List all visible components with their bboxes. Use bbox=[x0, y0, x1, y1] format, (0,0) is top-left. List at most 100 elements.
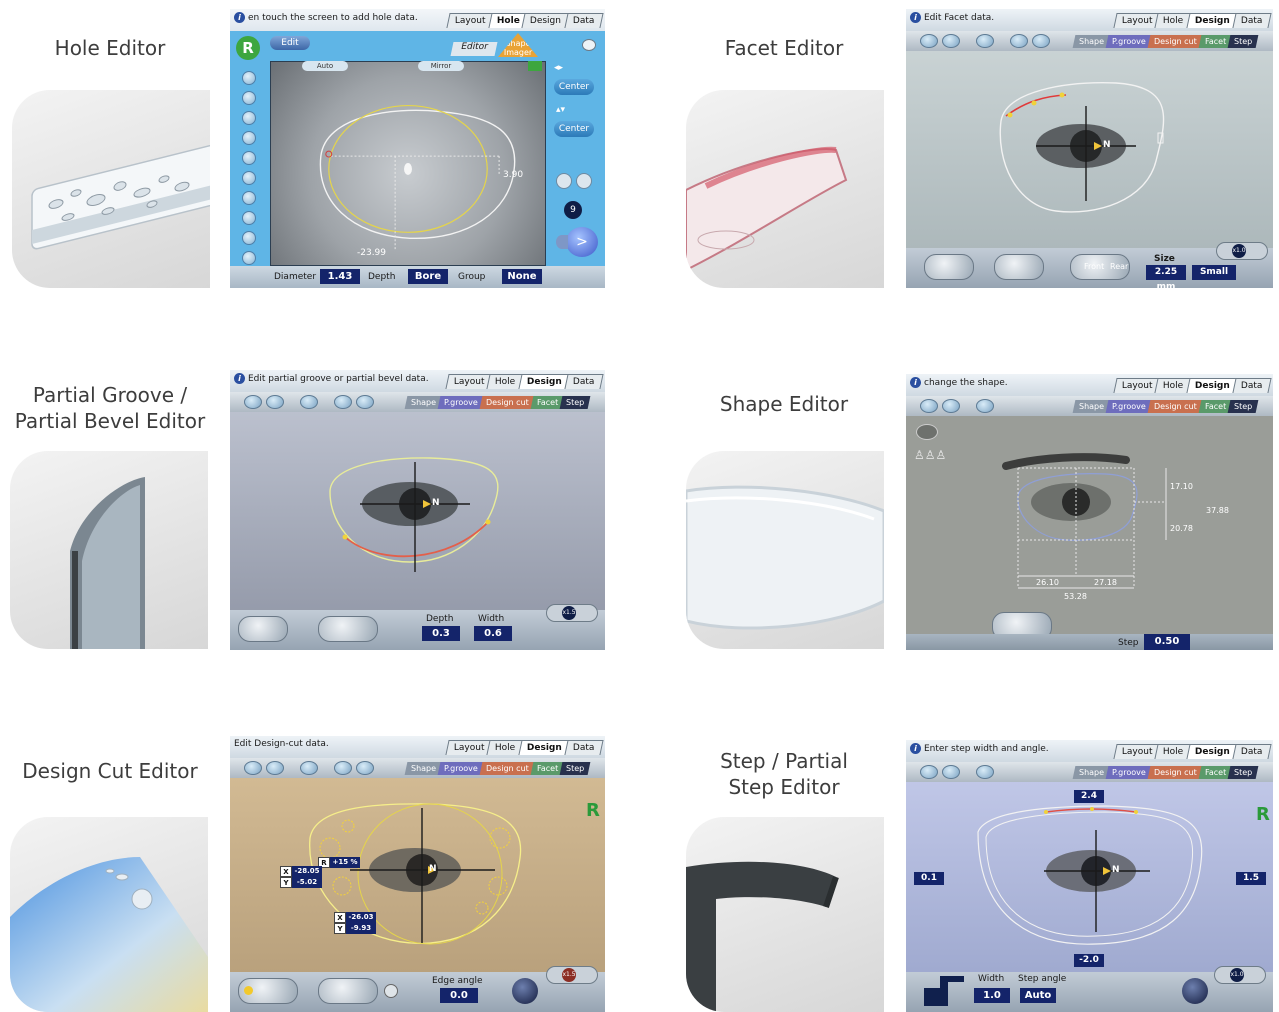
facet-pen-toggle[interactable] bbox=[994, 254, 1044, 280]
groove-canvas[interactable]: N bbox=[230, 412, 605, 608]
tab-data[interactable]: Data bbox=[1231, 13, 1271, 28]
editor-tab[interactable]: Editor bbox=[450, 42, 498, 56]
step-left-value[interactable]: 0.1 bbox=[914, 872, 944, 885]
width-value[interactable]: 1.0 bbox=[974, 988, 1010, 1003]
tab-design[interactable]: Design bbox=[1186, 13, 1239, 28]
dial-knob-icon[interactable] bbox=[512, 978, 538, 1004]
redo-icon[interactable] bbox=[942, 399, 960, 413]
y1-value[interactable]: -5.02 bbox=[292, 877, 322, 888]
hole-type-round-icon[interactable] bbox=[242, 71, 256, 85]
groove-pen-toggle[interactable] bbox=[318, 616, 378, 642]
hole-type-double-icon[interactable] bbox=[242, 131, 256, 145]
subtab-shape[interactable]: Shape bbox=[1072, 400, 1111, 413]
shape-canvas[interactable]: 17.10 37.88 20.78 26.10 27.18 53.28 bbox=[906, 416, 1273, 612]
dial-knob-icon[interactable] bbox=[1182, 978, 1208, 1004]
subtab-step[interactable]: Step bbox=[1227, 35, 1259, 48]
facet-shape-toggle[interactable] bbox=[924, 254, 974, 280]
imager-toggle-icon[interactable] bbox=[528, 61, 542, 71]
redo-icon[interactable] bbox=[942, 34, 960, 48]
subtab-pgroove[interactable]: P.groove bbox=[1105, 400, 1153, 413]
design-pen-toggle[interactable] bbox=[318, 978, 378, 1004]
right-eye-badge[interactable]: R bbox=[236, 36, 260, 60]
subtab-design-cut[interactable]: Design cut bbox=[1147, 35, 1203, 48]
auto-button[interactable]: Auto bbox=[302, 61, 348, 71]
front-label[interactable]: Front bbox=[1084, 262, 1104, 271]
step-right-value[interactable]: 1.5 bbox=[1236, 872, 1266, 885]
prev-button[interactable] bbox=[556, 235, 568, 249]
tab-design[interactable]: Design bbox=[1186, 378, 1239, 393]
step-value[interactable]: 0.50 bbox=[1144, 634, 1190, 650]
size-value[interactable]: 2.25 mm bbox=[1146, 265, 1186, 288]
step-canvas[interactable]: N bbox=[906, 782, 1273, 974]
step-angle-value[interactable]: Auto bbox=[1020, 988, 1056, 1003]
hole-type-slot-icon[interactable] bbox=[242, 91, 256, 105]
tab-data[interactable]: Data bbox=[563, 374, 603, 389]
subtab-shape[interactable]: Shape bbox=[1072, 766, 1111, 779]
next-icon[interactable] bbox=[1032, 34, 1050, 48]
tab-data[interactable]: Data bbox=[1231, 378, 1271, 393]
edge-angle-value[interactable]: 0.0 bbox=[440, 988, 478, 1003]
tab-data[interactable]: Data bbox=[563, 13, 603, 28]
groove-mode-toggle[interactable] bbox=[238, 616, 288, 642]
lens-image-view[interactable]: 3.90 -23.99 bbox=[270, 61, 546, 266]
size-option[interactable]: Small bbox=[1192, 265, 1236, 280]
subtab-pgroove[interactable]: P.groove bbox=[1105, 766, 1153, 779]
pager-dot-2[interactable] bbox=[576, 173, 592, 189]
r-value[interactable]: +15 % bbox=[330, 857, 360, 868]
mirror-button[interactable]: Mirror bbox=[418, 61, 464, 71]
step-bottom-value[interactable]: -2.0 bbox=[1074, 954, 1104, 967]
undo-icon[interactable] bbox=[244, 761, 262, 775]
subtab-step[interactable]: Step bbox=[559, 762, 591, 775]
width-value[interactable]: 0.6 bbox=[474, 626, 512, 641]
depth-value[interactable]: Bore bbox=[408, 269, 448, 284]
undo-icon[interactable] bbox=[920, 34, 938, 48]
eraser-icon[interactable] bbox=[300, 395, 318, 409]
redo-icon[interactable] bbox=[266, 761, 284, 775]
minus-circle-icon[interactable] bbox=[384, 984, 398, 998]
subtab-design-cut[interactable]: Design cut bbox=[479, 762, 535, 775]
subtab-design-cut[interactable]: Design cut bbox=[1147, 400, 1203, 413]
tab-design[interactable]: Design bbox=[518, 374, 571, 389]
tab-layout[interactable]: Layout bbox=[446, 13, 495, 28]
hole-type-bar-icon[interactable] bbox=[242, 231, 256, 245]
pager-dot-1[interactable] bbox=[556, 173, 572, 189]
center-horizontal-button[interactable]: Center bbox=[554, 79, 594, 95]
x2-value[interactable]: -26.03 bbox=[346, 912, 376, 923]
undo-icon[interactable] bbox=[244, 395, 262, 409]
camera-icon[interactable] bbox=[976, 399, 994, 413]
subtab-design-cut[interactable]: Design cut bbox=[1147, 766, 1203, 779]
next-icon[interactable] bbox=[356, 761, 374, 775]
subtab-step[interactable]: Step bbox=[559, 396, 591, 409]
redo-icon[interactable] bbox=[942, 765, 960, 779]
facet-canvas[interactable]: N bbox=[906, 51, 1273, 248]
subtab-shape[interactable]: Shape bbox=[404, 396, 443, 409]
depth-value[interactable]: 0.3 bbox=[422, 626, 460, 641]
subtab-pgroove[interactable]: P.groove bbox=[1105, 35, 1153, 48]
hole-type-pen-icon[interactable] bbox=[242, 251, 256, 265]
redo-icon[interactable] bbox=[266, 395, 284, 409]
step-top-value[interactable]: 2.4 bbox=[1074, 790, 1104, 803]
next-icon[interactable] bbox=[356, 395, 374, 409]
subtab-shape[interactable]: Shape bbox=[404, 762, 443, 775]
prev-icon[interactable] bbox=[334, 395, 352, 409]
center-vertical-button[interactable]: Center bbox=[554, 121, 594, 137]
subtab-step[interactable]: Step bbox=[1227, 400, 1259, 413]
eraser-icon[interactable] bbox=[976, 34, 994, 48]
shape-imager-tab[interactable]: Shape Imager bbox=[498, 33, 538, 57]
hole-type-ring-icon[interactable] bbox=[242, 151, 256, 165]
hole-type-heart-icon[interactable] bbox=[242, 211, 256, 225]
hole-type-flower-icon[interactable] bbox=[242, 191, 256, 205]
tab-design[interactable]: Design bbox=[1186, 744, 1239, 759]
tab-design[interactable]: Design bbox=[518, 740, 571, 755]
rear-label[interactable]: Rear bbox=[1110, 262, 1128, 271]
edit-button[interactable]: Edit bbox=[270, 36, 310, 50]
y2-value[interactable]: -9.93 bbox=[346, 923, 376, 934]
camera-icon[interactable] bbox=[976, 765, 994, 779]
subtab-pgroove[interactable]: P.groove bbox=[437, 396, 485, 409]
diameter-value[interactable]: 1.43 bbox=[320, 269, 360, 284]
subtab-design-cut[interactable]: Design cut bbox=[479, 396, 535, 409]
subtab-shape[interactable]: Shape bbox=[1072, 35, 1111, 48]
undo-icon[interactable] bbox=[920, 765, 938, 779]
eraser-icon[interactable] bbox=[300, 761, 318, 775]
x1-value[interactable]: -28.05 bbox=[292, 866, 322, 877]
